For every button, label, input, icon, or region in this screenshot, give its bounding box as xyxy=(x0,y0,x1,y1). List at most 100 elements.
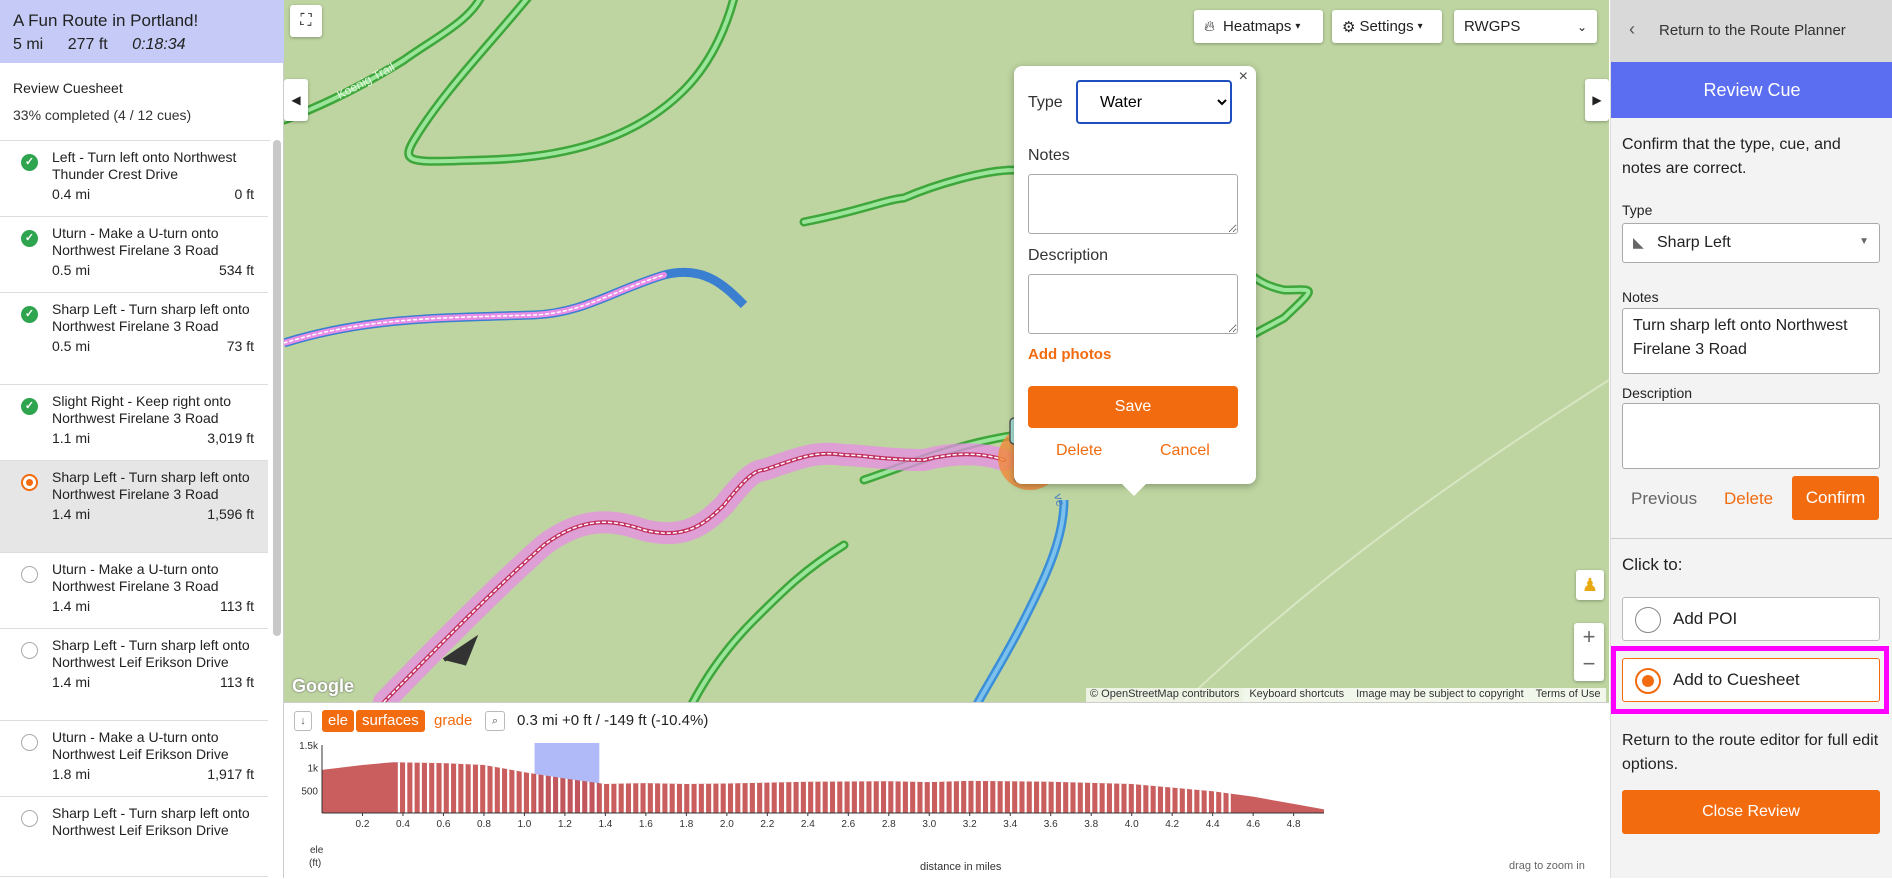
radio-circle-icon xyxy=(21,642,38,659)
previous-button[interactable]: Previous xyxy=(1631,489,1697,509)
chevron-down-icon: ▾ xyxy=(1295,21,1301,32)
cue-elevation: 1,917 ft xyxy=(207,766,254,782)
x-tick-label: 0.2 xyxy=(356,819,370,830)
y-unit: (ft) xyxy=(309,858,322,869)
check-circle-icon: ✓ xyxy=(21,398,38,415)
keyboard-shortcuts-link[interactable]: Keyboard shortcuts xyxy=(1243,688,1351,702)
cue-list-item[interactable]: Sharp Left - Turn sharp left onto Northw… xyxy=(0,797,268,877)
cue-distance: 1.8 mi xyxy=(52,766,91,782)
route-duration: 0:18:34 xyxy=(132,36,186,53)
fullscreen-icon: ⛶ xyxy=(300,12,312,29)
confirm-button[interactable]: Confirm xyxy=(1792,476,1879,520)
cue-list-item[interactable]: ✓ Left - Turn left onto Northwest Thunder… xyxy=(0,141,268,217)
y-unit-label: ele xyxy=(310,845,324,856)
cue-list-scrollbar[interactable] xyxy=(273,140,281,636)
return-to-planner-button[interactable]: ‹ Return to the Route Planner xyxy=(1611,0,1892,62)
elevation-chart[interactable]: 1.5k 1k 500 0.2 0.4 0.6 0.8 1.0 1.2 1.4 1.6 1.8 2.0 2… xyxy=(284,733,1609,879)
cue-meta: 0.5 mi 73 ft xyxy=(52,338,254,355)
cue-meta: 1.8 mi 1,917 ft xyxy=(52,766,254,783)
route-elevation: 277 ft xyxy=(67,36,108,53)
map[interactable]: ⛺ ve Koenig Trail ⛶ ◀ ▶ 🔥︎ Heatmaps ▾ ⚙ … xyxy=(284,0,1609,702)
zoom-in-icon[interactable]: + xyxy=(1583,623,1596,651)
terms-link[interactable]: Terms of Use xyxy=(1529,688,1607,702)
review-cue-header: Review Cue xyxy=(1611,62,1892,118)
zoom-chart-button[interactable]: ⌕ xyxy=(485,711,505,731)
route-header: A Fun Route in Portland! 5 mi 277 ft 0:1… xyxy=(0,0,284,63)
delete-button[interactable]: Delete xyxy=(1724,489,1773,509)
click-to-label: Click to: xyxy=(1622,555,1683,574)
collapse-chart-button[interactable]: ↓ xyxy=(294,711,312,731)
poi-save-button[interactable]: Save xyxy=(1028,386,1238,428)
settings-label: Settings xyxy=(1359,18,1414,35)
cue-list-item[interactable]: ✓ Uturn - Make a U-turn onto Northwest Fi… xyxy=(0,217,268,293)
tag-grade[interactable]: grade xyxy=(428,710,478,732)
cue-text: Sharp Left - Turn sharp left onto Northw… xyxy=(52,469,250,502)
fullscreen-button[interactable]: ⛶ xyxy=(290,5,322,37)
x-tick-label: 4.4 xyxy=(1206,819,1220,830)
map-layer-select[interactable]: RWGPS ⌄ xyxy=(1454,10,1597,43)
add-poi-option[interactable]: Add POI xyxy=(1622,597,1880,641)
y-tick-label: 500 xyxy=(301,786,318,797)
cue-notes-field[interactable]: Turn sharp left onto Northwest Firelane … xyxy=(1622,308,1880,374)
cue-distance: 1.1 mi xyxy=(52,430,91,446)
river-line xyxy=(973,499,1069,702)
add-photos-link[interactable]: Add photos xyxy=(1028,346,1111,363)
add-poi-radio[interactable] xyxy=(1635,607,1661,633)
cue-list[interactable]: ✓ Left - Turn left onto Northwest Thunder… xyxy=(0,140,270,878)
tag-ele[interactable]: ele xyxy=(322,710,355,732)
route-distance: 5 mi xyxy=(13,36,44,53)
close-review-button[interactable]: Close Review xyxy=(1622,790,1880,834)
heatmaps-button[interactable]: 🔥︎ Heatmaps ▾ xyxy=(1194,10,1323,43)
map-canvas[interactable]: ⛺ ve xyxy=(284,0,1609,702)
poi-description-field[interactable] xyxy=(1028,274,1238,334)
popup-description-label: Description xyxy=(1028,247,1109,264)
cue-type-select[interactable]: ◣ Sharp Left ▼ xyxy=(1622,223,1880,263)
poi-cancel-button[interactable]: Cancel xyxy=(1160,442,1210,460)
poi-notes-field[interactable] xyxy=(1028,174,1238,234)
poi-delete-button[interactable]: Delete xyxy=(1056,442,1102,460)
settings-button[interactable]: ⚙ Settings ▾ xyxy=(1332,10,1442,43)
radio-circle-icon xyxy=(21,734,38,751)
cue-text: Sharp Left - Turn sharp left onto Northw… xyxy=(52,805,250,838)
chevron-down-icon: ▼ xyxy=(1859,236,1869,247)
cue-meta: 1.4 mi 113 ft xyxy=(52,674,254,691)
x-tick-label: 0.8 xyxy=(477,819,491,830)
collapse-left-button[interactable]: ◀ xyxy=(284,79,308,121)
cue-list-item[interactable]: Sharp Left - Turn sharp left onto Northw… xyxy=(0,629,268,721)
x-axis-label: distance in miles xyxy=(920,861,1002,873)
tag-surfaces[interactable]: surfaces xyxy=(356,710,425,732)
cue-text: Uturn - Make a U-turn onto Northwest Lei… xyxy=(52,729,229,762)
cue-text: Slight Right - Keep right onto Northwest… xyxy=(52,393,231,426)
x-tick-label: 4.6 xyxy=(1246,819,1260,830)
x-tick-label: 1.0 xyxy=(517,819,531,830)
cue-list-item[interactable]: ✓ Sharp Left - Turn sharp left onto North… xyxy=(0,293,268,385)
cue-list-item[interactable]: Uturn - Make a U-turn onto Northwest Lei… xyxy=(0,721,268,797)
cue-list-item[interactable]: ✓ Slight Right - Keep right onto Northwes… xyxy=(0,385,268,461)
x-tick-label: 4.0 xyxy=(1125,819,1139,830)
surface-stripes xyxy=(397,762,1231,813)
x-tick-label: 1.8 xyxy=(679,819,693,830)
zoom-out-icon[interactable]: − xyxy=(1583,651,1596,677)
cue-description-field[interactable] xyxy=(1622,403,1880,469)
add-to-cuesheet-option[interactable]: Add to Cuesheet xyxy=(1622,658,1880,702)
chevron-right-icon: ▶ xyxy=(1592,93,1602,107)
street-view-button[interactable]: ♟ xyxy=(1576,570,1604,600)
route-line xyxy=(284,272,1015,702)
type-label: Type xyxy=(1622,202,1653,218)
collapse-right-button[interactable]: ▶ xyxy=(1585,79,1609,121)
osm-attribution: © OpenStreetMap contributors xyxy=(1086,688,1244,702)
popup-close-icon[interactable]: × xyxy=(1239,68,1248,86)
elevation-panel: ↓ ele surfaces grade ⌕ 0.3 mi +0 ft / -1… xyxy=(284,702,1609,878)
cue-list-item[interactable]: Uturn - Make a U-turn onto Northwest Fir… xyxy=(0,553,268,629)
cue-elevation: 534 ft xyxy=(218,262,254,278)
map-layer-value: RWGPS xyxy=(1464,18,1521,35)
notes-label: Notes xyxy=(1622,289,1659,305)
cue-list-item[interactable]: Sharp Left - Turn sharp left onto Northw… xyxy=(0,461,268,553)
selection-readout: 0.3 mi +0 ft / -149 ft (-10.4%) xyxy=(517,712,709,729)
x-tick-label: 1.6 xyxy=(639,819,653,830)
cue-distance: 1.4 mi xyxy=(52,506,91,522)
add-to-cuesheet-radio[interactable] xyxy=(1635,668,1661,694)
x-tick-label: 2.8 xyxy=(882,819,896,830)
zoom-controls: + − xyxy=(1574,623,1604,681)
poi-type-select[interactable]: Water xyxy=(1076,80,1232,124)
